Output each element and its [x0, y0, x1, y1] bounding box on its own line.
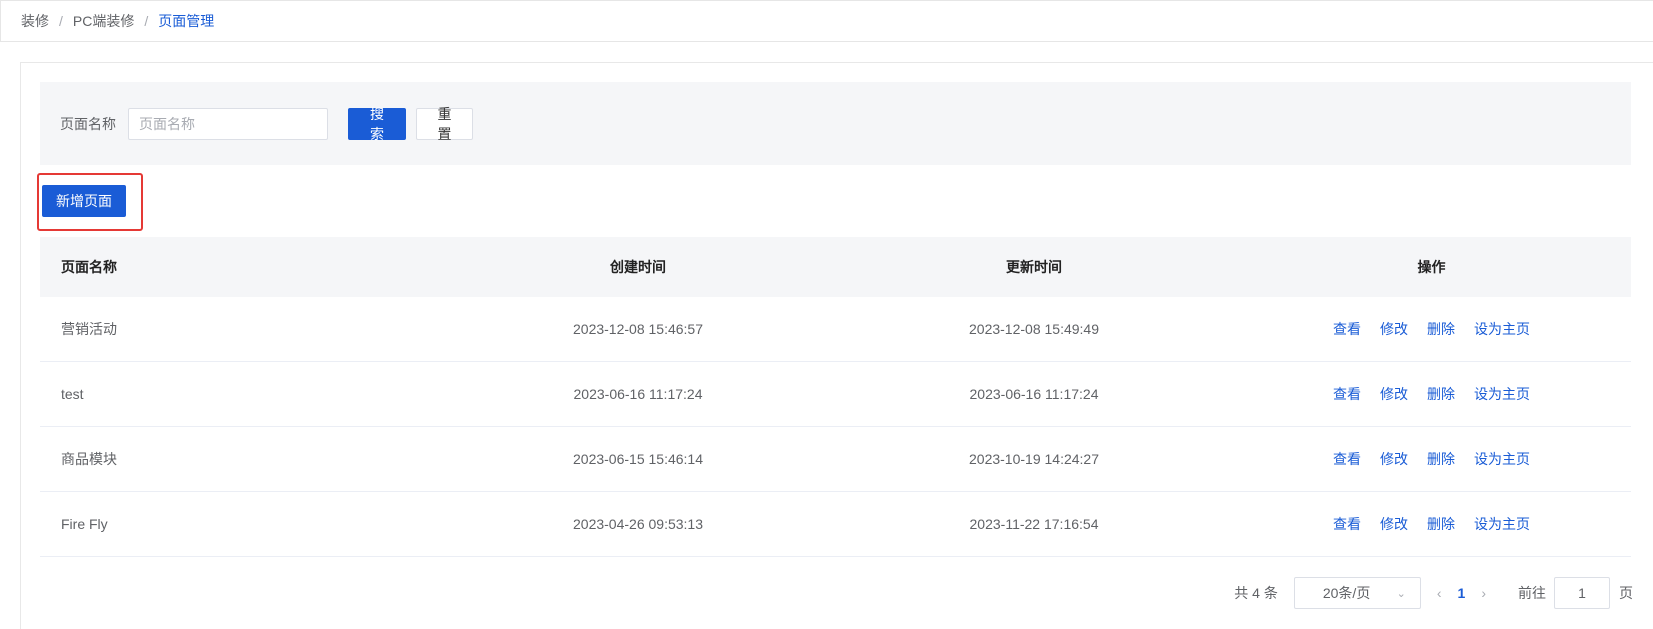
goto-label: 前往 — [1518, 585, 1546, 601]
edit-link[interactable]: 修改 — [1380, 514, 1408, 534]
cell-page-name: 商品模块 — [61, 451, 117, 467]
breadcrumb-item-decor[interactable]: 装修 — [21, 11, 49, 31]
pagination: 共 4 条 20条/页 ⌄ ‹ 1 › 前往 页 — [1234, 577, 1633, 609]
delete-link[interactable]: 删除 — [1427, 514, 1455, 534]
cell-created-time: 2023-06-15 15:46:14 — [573, 451, 703, 467]
column-header-updated-time: 更新时间 — [1006, 259, 1062, 275]
breadcrumb-item-page-management: 页面管理 — [158, 13, 215, 29]
page-number-current[interactable]: 1 — [1458, 585, 1466, 601]
view-link[interactable]: 查看 — [1333, 384, 1361, 404]
page-name-input[interactable] — [128, 107, 328, 140]
chevron-right-icon[interactable]: › — [1481, 585, 1486, 601]
cell-updated-time: 2023-10-19 14:24:27 — [969, 451, 1099, 467]
filter-panel: 页面名称 搜索 重置 — [40, 82, 1631, 165]
total-count: 共 4 条 — [1234, 585, 1278, 601]
cell-actions: 查看 修改 删除 设为主页 — [1232, 514, 1631, 534]
table-row: 商品模块 2023-06-15 15:46:14 2023-10-19 14:2… — [40, 427, 1631, 492]
column-header-actions: 操作 — [1417, 259, 1446, 275]
cell-updated-time: 2023-11-22 17:16:54 — [969, 516, 1099, 532]
pages-table: 页面名称 创建时间 更新时间 操作 营销活动 2023-12-08 15:46:… — [40, 237, 1631, 557]
delete-link[interactable]: 删除 — [1427, 319, 1455, 339]
edit-link[interactable]: 修改 — [1380, 319, 1408, 339]
cell-created-time: 2023-12-08 15:46:57 — [573, 321, 703, 337]
breadcrumb-separator: / — [144, 13, 149, 29]
cell-updated-time: 2023-06-16 11:17:24 — [969, 386, 1099, 402]
page-suffix-label: 页 — [1619, 585, 1633, 601]
table-header: 页面名称 创建时间 更新时间 操作 — [40, 237, 1631, 297]
table-row: 营销活动 2023-12-08 15:46:57 2023-12-08 15:4… — [40, 297, 1631, 362]
set-homepage-link[interactable]: 设为主页 — [1474, 449, 1530, 469]
cell-page-name: test — [61, 386, 84, 402]
table-row: test 2023-06-16 11:17:24 2023-06-16 11:1… — [40, 362, 1631, 427]
add-page-button[interactable]: 新增页面 — [42, 185, 126, 217]
cell-actions: 查看 修改 删除 设为主页 — [1232, 384, 1631, 404]
search-button[interactable]: 搜索 — [348, 106, 406, 142]
reset-button[interactable]: 重置 — [416, 106, 473, 142]
cell-updated-time: 2023-12-08 15:49:49 — [969, 321, 1099, 337]
column-header-page-name: 页面名称 — [61, 259, 117, 275]
view-link[interactable]: 查看 — [1333, 449, 1361, 469]
cell-actions: 查看 修改 删除 设为主页 — [1232, 319, 1631, 339]
cell-created-time: 2023-06-16 11:17:24 — [573, 386, 703, 402]
column-header-created-time: 创建时间 — [610, 259, 666, 275]
add-page-highlight-box: 新增页面 — [37, 173, 143, 231]
goto-page-input[interactable] — [1554, 577, 1610, 609]
set-homepage-link[interactable]: 设为主页 — [1474, 319, 1530, 339]
breadcrumb: 装修 / PC端装修 / 页面管理 — [0, 0, 1653, 42]
table-row: Fire Fly 2023-04-26 09:53:13 2023-11-22 … — [40, 492, 1631, 557]
view-link[interactable]: 查看 — [1333, 514, 1361, 534]
edit-link[interactable]: 修改 — [1380, 384, 1408, 404]
breadcrumb-separator: / — [59, 13, 63, 29]
breadcrumb-item-pc-decor[interactable]: PC端装修 — [73, 11, 134, 31]
chevron-left-icon[interactable]: ‹ — [1437, 585, 1442, 601]
page-size-value: 20条/页 — [1322, 585, 1371, 601]
view-link[interactable]: 查看 — [1333, 319, 1361, 339]
set-homepage-link[interactable]: 设为主页 — [1474, 384, 1530, 404]
cell-page-name: Fire Fly — [61, 516, 108, 532]
delete-link[interactable]: 删除 — [1427, 449, 1455, 469]
set-homepage-link[interactable]: 设为主页 — [1474, 514, 1530, 534]
cell-page-name: 营销活动 — [61, 321, 117, 337]
delete-link[interactable]: 删除 — [1427, 384, 1455, 404]
cell-actions: 查看 修改 删除 设为主页 — [1232, 449, 1631, 469]
edit-link[interactable]: 修改 — [1380, 449, 1408, 469]
page-size-select[interactable]: 20条/页 ⌄ — [1293, 577, 1421, 609]
page-name-filter-label: 页面名称 — [60, 115, 116, 132]
chevron-down-icon: ⌄ — [1396, 587, 1406, 600]
cell-created-time: 2023-04-26 09:53:13 — [573, 516, 703, 532]
